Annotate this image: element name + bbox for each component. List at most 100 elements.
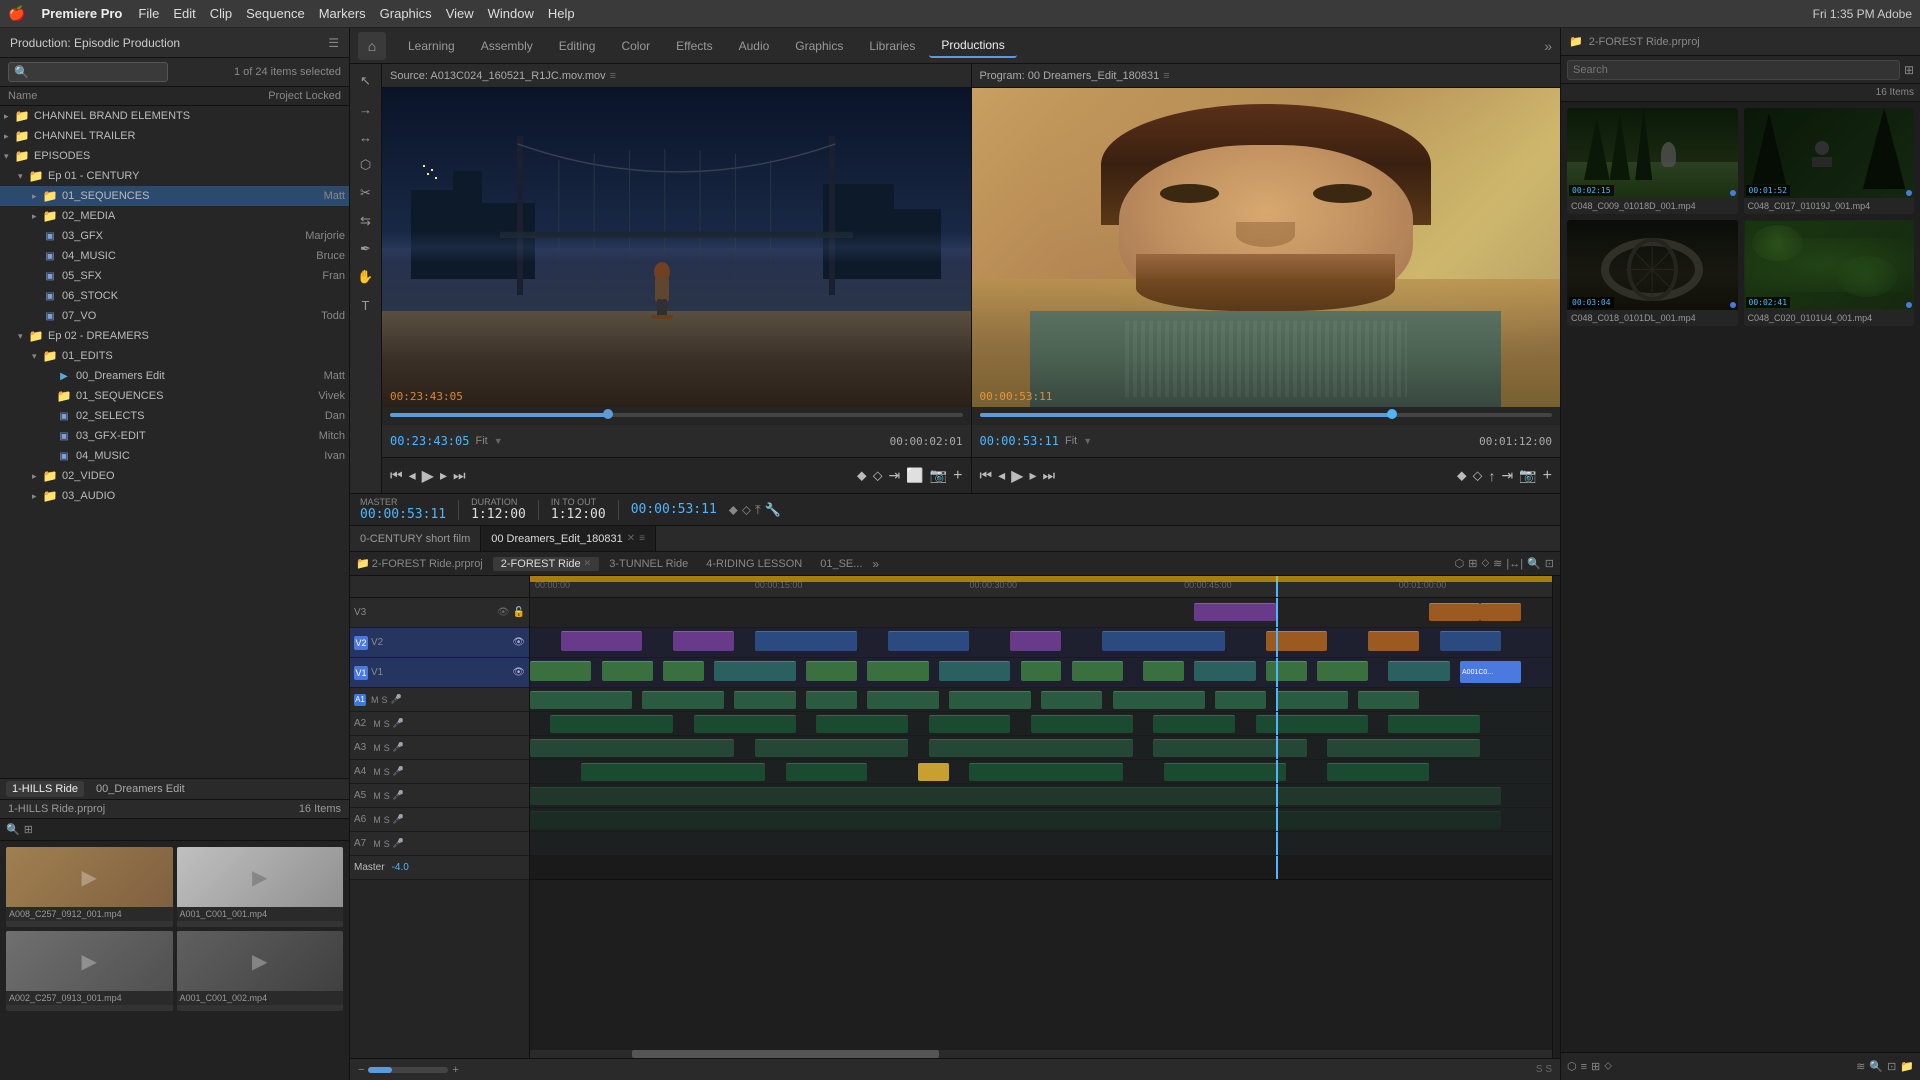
- clip-v1-10[interactable]: [1143, 661, 1184, 681]
- a4-s[interactable]: S: [384, 767, 390, 777]
- a1-m-btn[interactable]: M: [371, 695, 379, 705]
- overwrite-icon[interactable]: ⬜: [906, 467, 923, 484]
- tree-item-01seqd[interactable]: 📁01_SEQUENCESVivek: [0, 386, 349, 406]
- tl-tool-1[interactable]: ⬡: [1455, 557, 1465, 570]
- list-item[interactable]: ▶ A001_C001_002.mp4: [177, 931, 344, 1011]
- tab-editing[interactable]: Editing: [547, 35, 608, 57]
- tab-libraries[interactable]: Libraries: [857, 35, 927, 57]
- a1-clip-10[interactable]: [1276, 691, 1348, 709]
- tl-go-in-btn[interactable]: ⤒: [755, 502, 761, 518]
- program-fit-dropdown[interactable]: Fit: [1065, 435, 1077, 447]
- a1-s-btn[interactable]: S: [382, 695, 388, 705]
- tree-item-02media[interactable]: ▸📁02_MEDIA: [0, 206, 349, 226]
- source-video-frame[interactable]: 00:23:43:05: [382, 88, 971, 407]
- work-area-bar[interactable]: [530, 576, 1552, 582]
- a2-clip-7[interactable]: [1256, 715, 1368, 733]
- seq-sub-tab-0[interactable]: 2-FOREST Ride ✕: [493, 557, 599, 571]
- ap-tool-6[interactable]: 🔍: [1869, 1060, 1883, 1073]
- list-item[interactable]: 00:02:41 C048_C020_0101U4_001.mp4: [1744, 220, 1915, 326]
- tl-tool-2[interactable]: ⊞: [1468, 557, 1477, 570]
- a1-clip-7[interactable]: [1041, 691, 1102, 709]
- forward-tool[interactable]: →: [353, 96, 379, 122]
- clip-v1-13[interactable]: [1317, 661, 1368, 681]
- step-frame-fwd-icon[interactable]: ▸: [440, 467, 447, 484]
- more-tabs-icon[interactable]: »: [872, 557, 879, 571]
- tree-item-01sequences[interactable]: ▸📁01_SEQUENCESMatt: [0, 186, 349, 206]
- ap-tool-1[interactable]: ⬡: [1567, 1060, 1577, 1073]
- a2-clip-5[interactable]: [1031, 715, 1133, 733]
- a2-clip-6[interactable]: [1153, 715, 1235, 733]
- a1-clip-3[interactable]: [734, 691, 795, 709]
- list-item[interactable]: ▶ A001_C001_001.mp4: [177, 847, 344, 927]
- clip-v1-1[interactable]: [530, 661, 591, 681]
- program-video-frame[interactable]: 00:00:53:11: [972, 88, 1561, 407]
- clip-v1-14[interactable]: [1388, 661, 1449, 681]
- clip-v1-8[interactable]: [1021, 661, 1062, 681]
- clip-v1-12[interactable]: [1266, 661, 1307, 681]
- add-button[interactable]: +: [953, 467, 962, 485]
- track-select-tool[interactable]: ↔: [353, 124, 379, 150]
- program-fit-arrow[interactable]: ▼: [1083, 436, 1092, 446]
- step-frame-back-icon[interactable]: ◂: [409, 467, 416, 484]
- razor-tool[interactable]: ✂: [353, 180, 379, 206]
- ap-tool-2[interactable]: ≡: [1581, 1061, 1587, 1073]
- tree-item-06stock[interactable]: ▣06_STOCK: [0, 286, 349, 306]
- tl-mark-in-btn[interactable]: ⬥: [729, 502, 738, 518]
- v1-active-indicator[interactable]: V1: [354, 666, 368, 680]
- step-back-icon[interactable]: ⏮: [390, 467, 403, 484]
- media-view-toggle[interactable]: ⊞: [24, 823, 33, 836]
- fit-dropdown[interactable]: Fit: [475, 435, 487, 447]
- v2-toggle[interactable]: 👁: [512, 637, 525, 648]
- project-search-box[interactable]: 🔍: [8, 62, 168, 82]
- list-item[interactable]: ▶ A008_C257_0912_001.mp4: [6, 847, 173, 927]
- seq-sub-tab-1[interactable]: 3-TUNNEL Ride: [601, 557, 696, 571]
- seq-tab-1[interactable]: 00 Dreamers_Edit_180831 ✕ ≡: [481, 526, 656, 551]
- a3-s[interactable]: S: [384, 743, 390, 753]
- tree-item-05sfx[interactable]: ▣05_SFXFran: [0, 266, 349, 286]
- a1-clip-4[interactable]: [806, 691, 857, 709]
- play-button[interactable]: ▶: [422, 466, 434, 486]
- a4-clip-marker[interactable]: [918, 763, 949, 781]
- hamburger-icon[interactable]: ☰: [328, 36, 339, 50]
- seq-tab-0[interactable]: 0-CENTURY short film: [350, 526, 481, 551]
- tl-tool-3[interactable]: ⬦: [1481, 557, 1489, 570]
- sub-tab-close[interactable]: ✕: [584, 558, 592, 569]
- a6-s[interactable]: S: [384, 815, 390, 825]
- source-menu-icon[interactable]: ≡: [610, 70, 616, 82]
- tl-tool-6[interactable]: 🔍: [1527, 557, 1541, 570]
- list-item[interactable]: 00:01:52 C048_C017_01019J_001.mp4: [1744, 108, 1915, 214]
- text-tool[interactable]: T: [353, 292, 379, 318]
- source-fit-arrow[interactable]: ▼: [494, 436, 503, 446]
- menu-item-edit[interactable]: Edit: [173, 6, 195, 21]
- seq-tab-close[interactable]: ✕: [627, 533, 635, 544]
- tree-item-04music[interactable]: ▣04_MUSICBruce: [0, 246, 349, 266]
- tab-color[interactable]: Color: [609, 35, 662, 57]
- tree-item-01edits[interactable]: ▾📁01_EDITS: [0, 346, 349, 366]
- asset-search-input[interactable]: [1567, 60, 1900, 80]
- mark-in-icon[interactable]: ⬥: [857, 467, 867, 484]
- prog-step-back-icon[interactable]: ⏮: [980, 467, 993, 484]
- clip-v3-purple[interactable]: [1194, 603, 1276, 621]
- v1-toggle[interactable]: 👁: [512, 667, 525, 678]
- tree-item-03gfx[interactable]: ▣03_GFXMarjorie: [0, 226, 349, 246]
- v3-track[interactable]: [530, 598, 1552, 628]
- a3-track[interactable]: [530, 736, 1552, 760]
- a6-track[interactable]: [530, 808, 1552, 832]
- tab-learning[interactable]: Learning: [396, 35, 467, 57]
- tl-tool-5[interactable]: |↔|: [1506, 558, 1523, 570]
- a7-m[interactable]: M: [373, 839, 381, 849]
- seq-tab-menu[interactable]: ≡: [639, 533, 645, 544]
- clip-v1-7[interactable]: [939, 661, 1011, 681]
- clip-v1-4[interactable]: [714, 661, 796, 681]
- a4-clip-1[interactable]: [581, 763, 765, 781]
- a7-s[interactable]: S: [384, 839, 390, 849]
- a3-clip-3[interactable]: [929, 739, 1133, 757]
- a3-clip-1[interactable]: [530, 739, 734, 757]
- a2-m[interactable]: M: [373, 719, 381, 729]
- ap-tool-4[interactable]: ⬦: [1604, 1060, 1612, 1073]
- mark-out-icon[interactable]: ⬦: [873, 467, 883, 484]
- prog-camera-icon[interactable]: 📷: [1519, 467, 1536, 484]
- seq-sub-tab-2[interactable]: 4-RIDING LESSON: [698, 557, 810, 571]
- tree-item-channel-brand[interactable]: ▸📁CHANNEL BRAND ELEMENTS: [0, 106, 349, 126]
- tab-graphics[interactable]: Graphics: [783, 35, 855, 57]
